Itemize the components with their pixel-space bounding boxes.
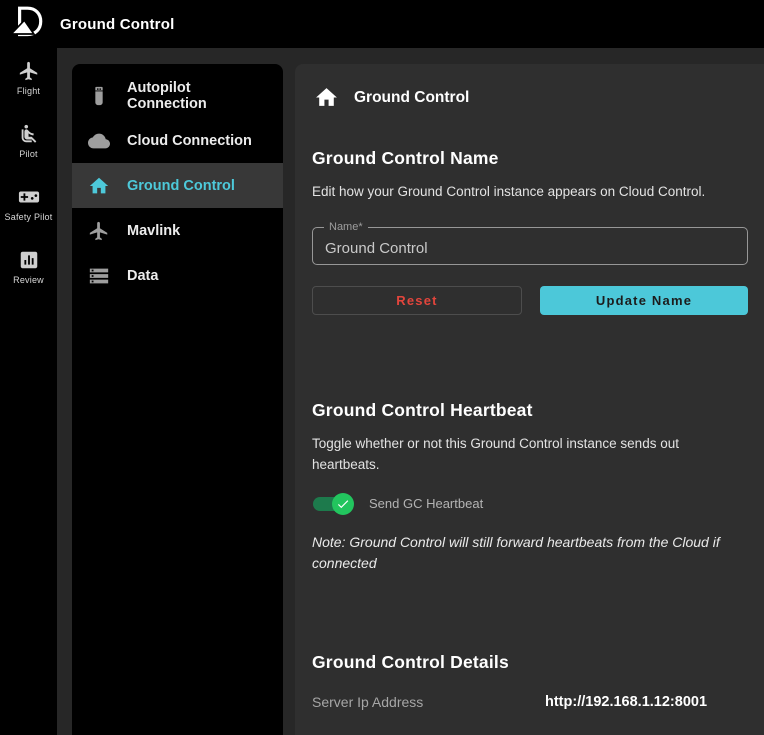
menu-item-label: Data: [127, 268, 158, 284]
heartbeat-section-description: Toggle whether or not this Ground Contro…: [312, 434, 748, 475]
update-name-button[interactable]: Update Name: [540, 286, 748, 315]
menu-item-mavlink[interactable]: Mavlink: [72, 208, 283, 253]
check-icon: [336, 497, 350, 511]
rail-item-label: Safety Pilot: [5, 212, 53, 222]
reset-button[interactable]: Reset: [312, 286, 522, 315]
airplane-icon: [88, 220, 110, 242]
heartbeat-section-heading: Ground Control Heartbeat: [312, 400, 748, 421]
primary-nav-rail: Flight Pilot Safety Pilot Review: [0, 48, 57, 735]
flight-icon: [18, 60, 40, 82]
app-header: Ground Control: [0, 0, 764, 48]
heartbeat-note: Note: Ground Control will still forward …: [312, 532, 748, 574]
details-section-heading: Ground Control Details: [312, 652, 748, 673]
analytics-icon: [18, 249, 40, 271]
home-icon: [314, 85, 339, 110]
detail-value: http://192.168.1.12:8001: [545, 694, 707, 710]
rail-item-review[interactable]: Review: [0, 249, 57, 285]
usb-drive-icon: [88, 85, 110, 107]
rail-item-safety-pilot[interactable]: Safety Pilot: [0, 186, 57, 222]
heartbeat-toggle[interactable]: [312, 493, 354, 515]
rail-item-label: Flight: [17, 86, 40, 96]
menu-item-data[interactable]: Data: [72, 253, 283, 298]
page-header: Ground Control: [314, 85, 748, 110]
pilot-seat-icon: [18, 123, 40, 145]
home-icon: [88, 175, 110, 197]
app-title: Ground Control: [60, 16, 174, 33]
heartbeat-toggle-label: Send GC Heartbeat: [369, 496, 483, 511]
rail-item-label: Review: [13, 275, 44, 285]
rail-item-pilot[interactable]: Pilot: [0, 123, 57, 159]
heartbeat-toggle-row: Send GC Heartbeat: [312, 493, 748, 515]
menu-item-label: Mavlink: [127, 223, 180, 239]
menu-item-label: Cloud Connection: [127, 133, 252, 149]
name-section-heading: Ground Control Name: [312, 148, 748, 169]
menu-item-label: Autopilot Connection: [127, 80, 267, 112]
detail-row-server-ip: Server Ip Address http://192.168.1.12:80…: [312, 694, 748, 710]
menu-item-cloud-connection[interactable]: Cloud Connection: [72, 118, 283, 163]
app-body: Flight Pilot Safety Pilot Review Autopil…: [0, 48, 764, 735]
rail-item-label: Pilot: [19, 149, 38, 159]
detail-label: Server Ip Address: [312, 694, 545, 710]
name-input[interactable]: [313, 228, 747, 264]
main-panel: Ground Control Ground Control Name Edit …: [295, 64, 764, 735]
name-field-label: Name*: [324, 221, 368, 233]
name-field-wrapper: Name*: [312, 227, 748, 265]
page-title: Ground Control: [354, 89, 469, 107]
name-actions: Reset Update Name: [312, 286, 748, 315]
settings-menu: Autopilot Connection Cloud Connection Gr…: [72, 64, 283, 735]
app-logo-icon: [8, 4, 46, 44]
gamepad-icon: [18, 186, 40, 208]
rail-item-flight[interactable]: Flight: [0, 60, 57, 96]
cloud-icon: [88, 130, 110, 152]
name-section-description: Edit how your Ground Control instance ap…: [312, 182, 748, 202]
storage-icon: [88, 265, 110, 287]
menu-item-label: Ground Control: [127, 178, 235, 194]
menu-item-ground-control[interactable]: Ground Control: [72, 163, 283, 208]
menu-item-autopilot-connection[interactable]: Autopilot Connection: [72, 73, 283, 118]
toggle-thumb: [332, 493, 354, 515]
